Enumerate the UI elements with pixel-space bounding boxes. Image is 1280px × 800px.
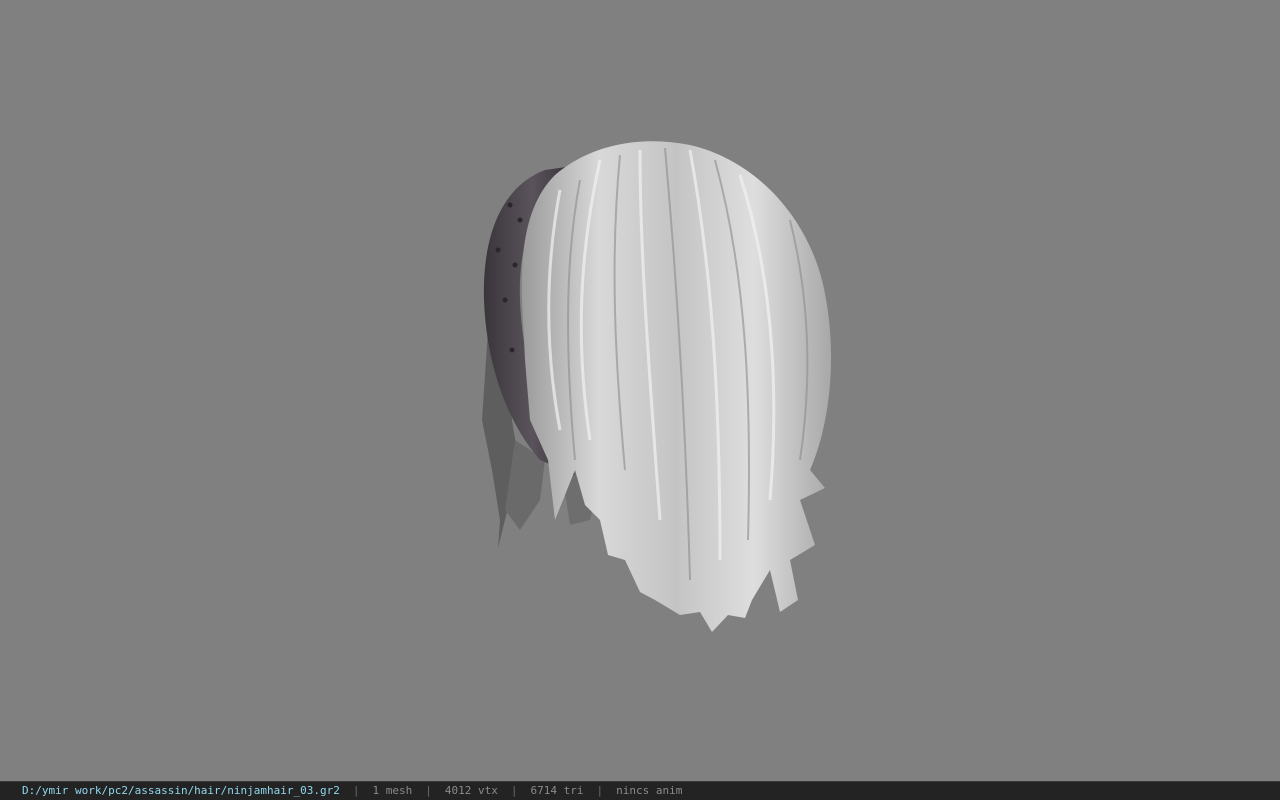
status-bar: D:/ymir work/pc2/assassin/hair/ninjamhai… (0, 781, 1280, 800)
3d-viewport[interactable] (0, 0, 1280, 781)
mesh-count-label: 1 mesh (372, 784, 413, 797)
file-path-label: D:/ymir work/pc2/assassin/hair/ninjamhai… (22, 784, 340, 797)
main-hair-shape (521, 141, 832, 632)
status-separator: | (425, 784, 432, 797)
vertex-count-label: 4012 vtx (444, 784, 498, 797)
triangle-count-label: 6714 tri (530, 784, 584, 797)
status-separator: | (352, 784, 360, 797)
status-separator: | (596, 784, 604, 797)
hair-model-render[interactable] (0, 0, 1280, 781)
status-separator: | (510, 784, 518, 797)
anim-status-label: nincs anim (616, 784, 683, 797)
